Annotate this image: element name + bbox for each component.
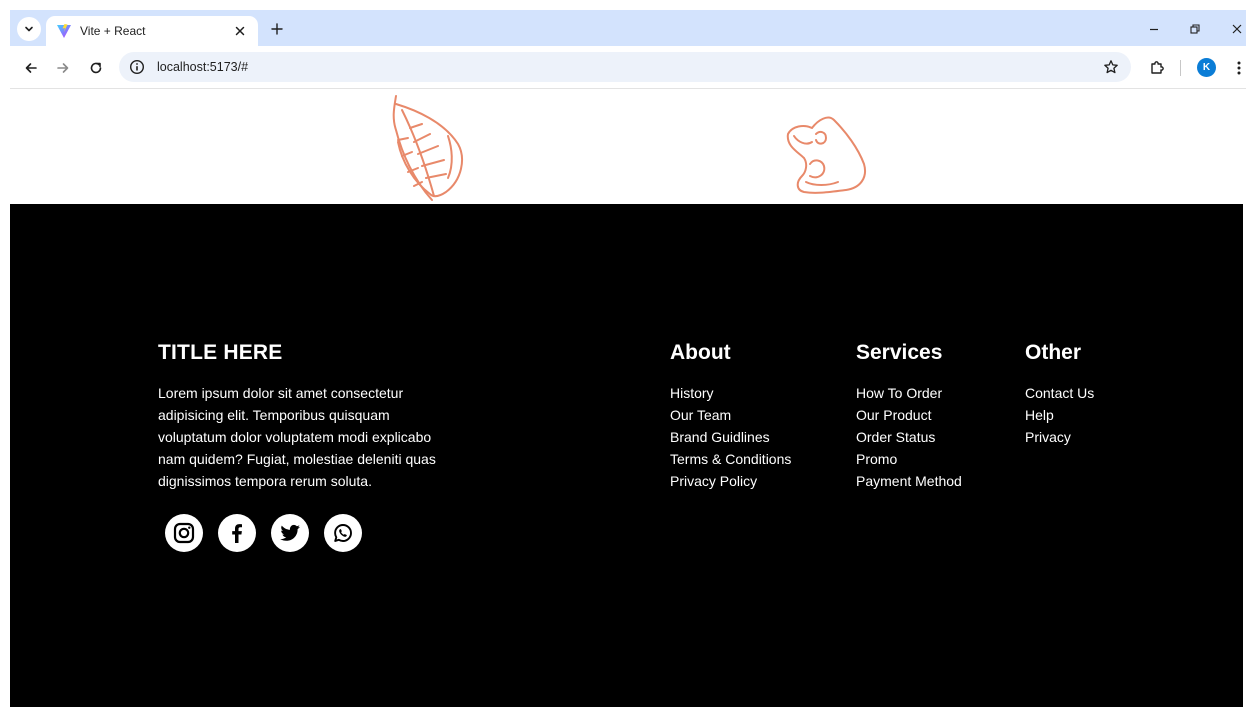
url-text[interactable]: localhost:5173/# xyxy=(157,60,1101,74)
vite-logo-icon xyxy=(57,24,71,38)
page-viewport: TITLE HERE Lorem ipsum dolor sit amet co… xyxy=(10,90,1243,707)
restore-button[interactable] xyxy=(1184,18,1206,40)
footer-link-payment-method[interactable]: Payment Method xyxy=(856,473,962,489)
minimize-button[interactable] xyxy=(1143,18,1165,40)
footer-brand: TITLE HERE Lorem ipsum dolor sit amet co… xyxy=(158,340,448,552)
other-links: Contact Us Help Privacy xyxy=(1025,382,1094,448)
browser-tab-strip: Vite + React xyxy=(10,10,1246,46)
profile-avatar[interactable]: K xyxy=(1197,58,1216,77)
footer-column-about: About History Our Team Brand Guidlines T… xyxy=(670,340,791,492)
back-button[interactable] xyxy=(20,57,42,79)
leaf-illustration xyxy=(392,95,463,201)
twitter-link[interactable] xyxy=(271,514,309,552)
browser-menu-button[interactable] xyxy=(1228,57,1246,79)
facebook-icon xyxy=(232,524,242,543)
about-links: History Our Team Brand Guidlines Terms &… xyxy=(670,382,791,492)
footer-link-contact-us[interactable]: Contact Us xyxy=(1025,385,1094,401)
chevron-down-icon xyxy=(25,26,33,32)
browser-toolbar: localhost:5173/# K xyxy=(10,46,1246,89)
footer-link-promo[interactable]: Promo xyxy=(856,451,897,467)
puzzle-icon xyxy=(1151,61,1164,74)
site-footer: TITLE HERE Lorem ipsum dolor sit amet co… xyxy=(10,204,1243,707)
reload-button[interactable] xyxy=(85,57,107,79)
services-links: How To Order Our Product Order Status Pr… xyxy=(856,382,962,492)
plus-icon xyxy=(271,23,283,35)
browser-tab[interactable]: Vite + React xyxy=(46,16,258,46)
footer-link-history[interactable]: History xyxy=(670,385,714,401)
footer-column-services: Services How To Order Our Product Order … xyxy=(856,340,962,492)
tab-title: Vite + React xyxy=(80,24,146,38)
social-links xyxy=(165,514,448,552)
close-icon xyxy=(1232,24,1242,34)
star-icon xyxy=(1104,60,1118,74)
footer-link-our-team[interactable]: Our Team xyxy=(670,407,731,423)
mushroom-illustration xyxy=(786,116,866,194)
reload-icon xyxy=(90,62,102,74)
forward-button[interactable] xyxy=(52,57,74,79)
footer-title: TITLE HERE xyxy=(158,341,283,364)
restore-icon xyxy=(1190,24,1200,34)
about-heading: About xyxy=(670,341,731,364)
address-bar[interactable]: localhost:5173/# xyxy=(119,52,1131,82)
other-heading: Other xyxy=(1025,341,1082,364)
footer-description: Lorem ipsum dolor sit amet consectetur a… xyxy=(158,385,436,489)
close-icon xyxy=(235,26,245,36)
services-heading: Services xyxy=(856,341,943,364)
twitter-icon xyxy=(280,524,300,541)
tab-search-button[interactable] xyxy=(17,17,41,41)
new-tab-button[interactable] xyxy=(266,18,288,40)
facebook-link[interactable] xyxy=(218,514,256,552)
whatsapp-link[interactable] xyxy=(324,514,362,552)
extensions-button[interactable] xyxy=(1146,57,1168,79)
footer-link-order-status[interactable]: Order Status xyxy=(856,429,935,445)
arrow-left-icon xyxy=(25,63,37,73)
bookmark-button[interactable] xyxy=(1101,57,1121,77)
footer-link-brand-guidelines[interactable]: Brand Guidlines xyxy=(670,429,770,445)
toolbar-separator xyxy=(1180,60,1181,76)
footer-link-our-product[interactable]: Our Product xyxy=(856,407,931,423)
minimize-icon xyxy=(1150,28,1158,31)
more-vertical-icon xyxy=(1237,61,1241,75)
footer-link-how-to-order[interactable]: How To Order xyxy=(856,385,942,401)
footer-link-privacy[interactable]: Privacy xyxy=(1025,429,1071,445)
footer-link-help[interactable]: Help xyxy=(1025,407,1054,423)
instagram-link[interactable] xyxy=(165,514,203,552)
footer-column-other: Other Contact Us Help Privacy xyxy=(1025,340,1094,448)
tab-close-button[interactable] xyxy=(232,23,248,39)
info-icon[interactable] xyxy=(129,59,145,75)
window-close-button[interactable] xyxy=(1226,18,1246,40)
instagram-icon xyxy=(173,522,195,544)
arrow-right-icon xyxy=(57,63,69,73)
footer-link-terms[interactable]: Terms & Conditions xyxy=(670,451,791,467)
whatsapp-icon xyxy=(334,524,352,542)
footer-link-privacy-policy[interactable]: Privacy Policy xyxy=(670,473,757,489)
